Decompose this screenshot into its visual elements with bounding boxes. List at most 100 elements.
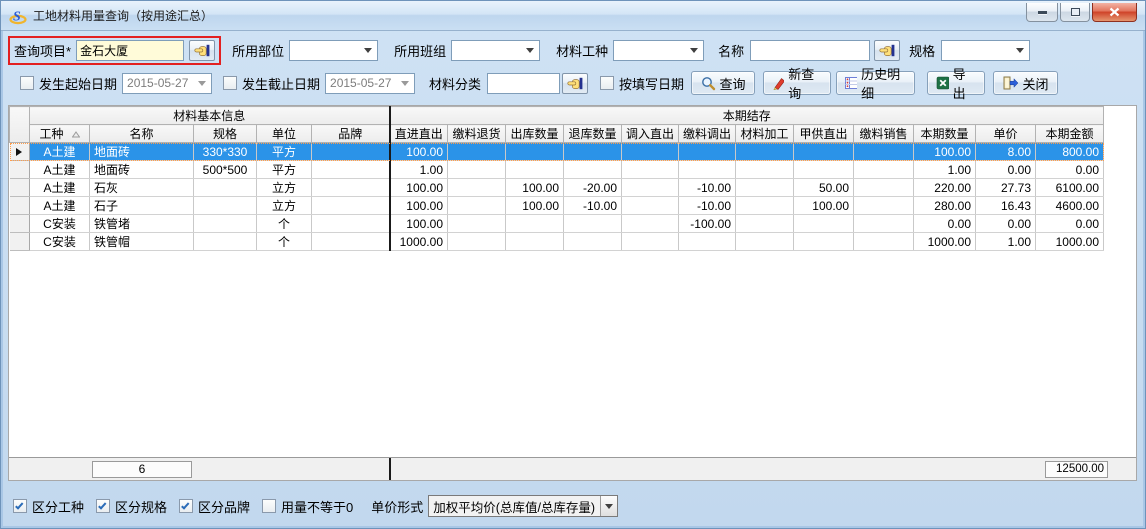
- table-cell[interactable]: 立方: [257, 197, 312, 215]
- project-picker-button[interactable]: [189, 40, 215, 61]
- column-header[interactable]: 本期金额: [1036, 125, 1104, 143]
- table-cell[interactable]: 1.00: [390, 161, 448, 179]
- table-cell[interactable]: [679, 161, 736, 179]
- table-cell[interactable]: [622, 233, 679, 251]
- table-row[interactable]: C安装铁管堵个100.00-100.000.000.000.00: [10, 215, 1104, 233]
- column-header[interactable]: 直进直出: [390, 125, 448, 143]
- row-selector[interactable]: [10, 197, 30, 215]
- column-header[interactable]: 工种: [30, 125, 90, 143]
- row-selector[interactable]: [10, 179, 30, 197]
- table-cell[interactable]: 220.00: [914, 179, 976, 197]
- table-cell[interactable]: -100.00: [679, 215, 736, 233]
- option-checkbox-2[interactable]: [179, 499, 193, 513]
- name-picker-button[interactable]: [874, 40, 900, 61]
- history-detail-button[interactable]: 历史明细: [836, 71, 915, 95]
- table-cell[interactable]: 4600.00: [1036, 197, 1104, 215]
- close-window-button[interactable]: [1092, 3, 1137, 22]
- table-cell[interactable]: [794, 161, 854, 179]
- table-cell[interactable]: [736, 143, 794, 161]
- table-cell[interactable]: [854, 143, 914, 161]
- table-cell[interactable]: [194, 233, 257, 251]
- table-cell[interactable]: 280.00: [914, 197, 976, 215]
- table-cell[interactable]: 0.00: [1036, 215, 1104, 233]
- table-cell[interactable]: [736, 233, 794, 251]
- row-selector[interactable]: [10, 215, 30, 233]
- column-header[interactable]: 材料加工: [736, 125, 794, 143]
- table-cell[interactable]: [448, 215, 506, 233]
- table-cell[interactable]: [448, 143, 506, 161]
- table-cell[interactable]: 个: [257, 215, 312, 233]
- table-cell[interactable]: [506, 161, 564, 179]
- row-selector[interactable]: [10, 161, 30, 179]
- column-header[interactable]: 缴料销售: [854, 125, 914, 143]
- table-cell[interactable]: [312, 179, 390, 197]
- category-input[interactable]: [487, 73, 560, 94]
- table-cell[interactable]: 100.00: [506, 197, 564, 215]
- table-cell[interactable]: A土建: [30, 161, 90, 179]
- table-row[interactable]: A土建石子立方100.00100.00-10.00-10.00100.00280…: [10, 197, 1104, 215]
- table-cell[interactable]: 1000.00: [914, 233, 976, 251]
- table-cell[interactable]: [794, 233, 854, 251]
- table-cell[interactable]: 铁管帽: [90, 233, 194, 251]
- export-button[interactable]: 导出: [927, 71, 985, 95]
- table-cell[interactable]: [506, 143, 564, 161]
- project-input[interactable]: [76, 40, 184, 61]
- table-cell[interactable]: [564, 233, 622, 251]
- table-row[interactable]: A土建地面砖330*330平方100.00100.008.00800.00: [10, 143, 1104, 161]
- end-date-checkbox[interactable]: [223, 76, 237, 90]
- table-cell[interactable]: -10.00: [564, 197, 622, 215]
- table-cell[interactable]: 0.00: [914, 215, 976, 233]
- table-cell[interactable]: C安装: [30, 215, 90, 233]
- location-combo[interactable]: [289, 40, 378, 61]
- table-cell[interactable]: 0.00: [976, 215, 1036, 233]
- table-cell[interactable]: [854, 161, 914, 179]
- option-checkbox-3[interactable]: [262, 499, 276, 513]
- table-cell[interactable]: 27.73: [976, 179, 1036, 197]
- table-cell[interactable]: 16.43: [976, 197, 1036, 215]
- column-header[interactable]: 单位: [257, 125, 312, 143]
- table-cell[interactable]: [794, 143, 854, 161]
- table-cell[interactable]: 石子: [90, 197, 194, 215]
- row-selector[interactable]: [10, 143, 30, 161]
- table-cell[interactable]: [564, 161, 622, 179]
- table-cell[interactable]: 1000.00: [390, 233, 448, 251]
- table-cell[interactable]: [622, 143, 679, 161]
- table-cell[interactable]: [854, 179, 914, 197]
- table-cell[interactable]: [854, 215, 914, 233]
- table-cell[interactable]: [312, 233, 390, 251]
- column-header[interactable]: 单价: [976, 125, 1036, 143]
- spec-combo[interactable]: [941, 40, 1030, 61]
- table-cell[interactable]: [564, 215, 622, 233]
- table-cell[interactable]: 1.00: [914, 161, 976, 179]
- table-cell[interactable]: [736, 197, 794, 215]
- table-cell[interactable]: [854, 233, 914, 251]
- table-cell[interactable]: [854, 197, 914, 215]
- table-cell[interactable]: 100.00: [390, 143, 448, 161]
- table-cell[interactable]: 地面砖: [90, 143, 194, 161]
- table-cell[interactable]: [312, 161, 390, 179]
- table-cell[interactable]: [622, 161, 679, 179]
- table-cell[interactable]: 100.00: [390, 197, 448, 215]
- column-header[interactable]: 甲供直出: [794, 125, 854, 143]
- column-header[interactable]: 缴料调出: [679, 125, 736, 143]
- table-cell[interactable]: 1.00: [976, 233, 1036, 251]
- table-cell[interactable]: -10.00: [679, 179, 736, 197]
- table-cell[interactable]: 100.00: [390, 179, 448, 197]
- query-button[interactable]: 查询: [691, 71, 755, 95]
- column-header[interactable]: 名称: [90, 125, 194, 143]
- maximize-button[interactable]: [1060, 3, 1090, 22]
- table-cell[interactable]: [506, 215, 564, 233]
- table-cell[interactable]: [736, 161, 794, 179]
- table-cell[interactable]: 0.00: [1036, 161, 1104, 179]
- column-header[interactable]: 退库数量: [564, 125, 622, 143]
- table-cell[interactable]: [448, 233, 506, 251]
- table-cell[interactable]: [564, 143, 622, 161]
- table-cell[interactable]: [194, 179, 257, 197]
- table-cell[interactable]: 地面砖: [90, 161, 194, 179]
- table-cell[interactable]: 330*330: [194, 143, 257, 161]
- table-row[interactable]: A土建石灰立方100.00100.00-20.00-10.0050.00220.…: [10, 179, 1104, 197]
- combo-dropdown-button[interactable]: [600, 496, 617, 516]
- table-cell[interactable]: 500*500: [194, 161, 257, 179]
- table-cell[interactable]: 1000.00: [1036, 233, 1104, 251]
- table-cell[interactable]: [448, 179, 506, 197]
